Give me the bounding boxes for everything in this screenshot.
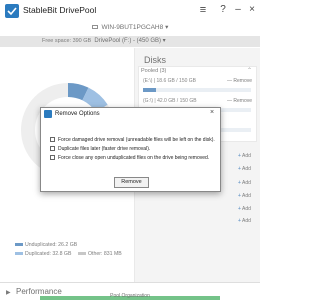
force-close-files-option[interactable]: Force close any open unduplicated files … xyxy=(50,155,209,161)
force-damaged-removal-option[interactable]: Force damaged drive removal (unreadable … xyxy=(50,137,215,143)
option-label: Force close any open unduplicated files … xyxy=(58,155,210,161)
menu-lines-icon[interactable]: ≡ xyxy=(196,3,210,17)
duplicate-later-option[interactable]: Duplicate files later (faster drive remo… xyxy=(50,146,150,152)
app-title: StableBit DrivePool xyxy=(23,5,97,15)
dialog-title: Remove Options xyxy=(55,111,100,117)
title-bar: StableBit DrivePool ≡ ? – × xyxy=(0,0,260,22)
checkbox[interactable] xyxy=(50,146,55,152)
question-icon[interactable]: ? xyxy=(216,3,230,17)
option-label: Duplicate files later (faster drive remo… xyxy=(58,146,151,152)
close-icon[interactable]: × xyxy=(245,3,259,17)
checkbox[interactable] xyxy=(50,155,55,161)
remove-options-dialog: Remove Options × Force damaged drive rem… xyxy=(40,107,221,192)
option-label: Force damaged drive removal (unreadable … xyxy=(58,137,215,143)
dialog-title-bar: Remove Options × xyxy=(41,108,220,120)
close-icon[interactable]: × xyxy=(210,109,214,116)
minus-icon[interactable]: – xyxy=(231,3,245,17)
app-logo-icon xyxy=(5,4,19,18)
remove-button[interactable]: Remove xyxy=(114,177,149,188)
checkbox[interactable] xyxy=(50,137,55,143)
dialog-app-icon xyxy=(44,110,52,118)
